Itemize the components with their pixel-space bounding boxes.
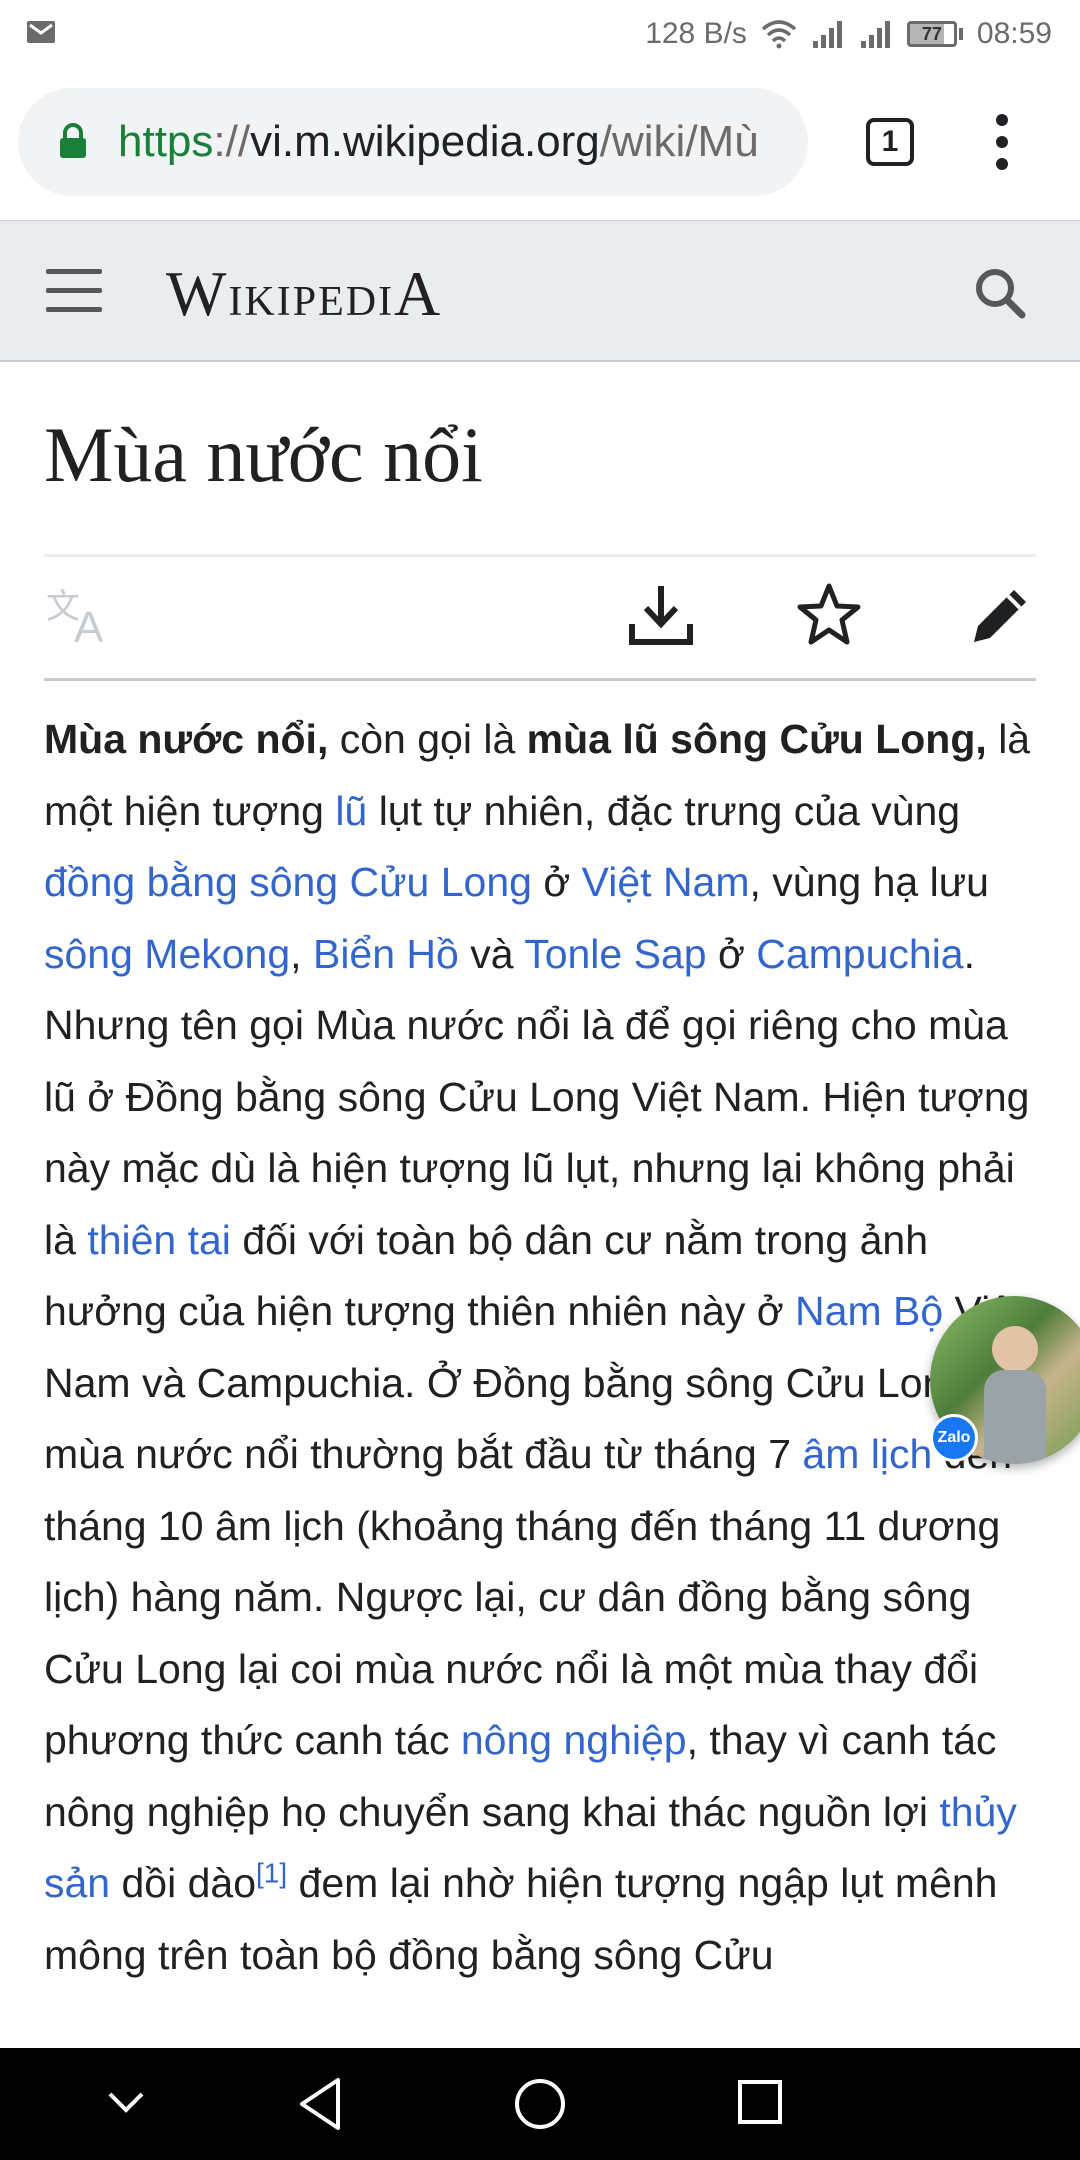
wiki-link[interactable]: Campuchia	[756, 931, 963, 977]
signal-icon-2	[860, 21, 890, 48]
main-menu-icon[interactable]	[46, 269, 102, 313]
text-run: ,	[290, 930, 313, 977]
citation: [1]	[256, 1857, 287, 1888]
clock: 08:59	[976, 17, 1052, 50]
avatar-body	[984, 1370, 1046, 1464]
text-run: . Nhưng tên gọi Mùa nước nổi là để gọi r…	[44, 930, 1030, 1263]
text-run: còn gọi là	[328, 716, 527, 762]
wordmark-first: W	[166, 258, 229, 329]
wiki-link[interactable]: Tonle Sap	[524, 931, 706, 977]
page-actions: 文 A	[44, 560, 1036, 680]
more-vert-icon[interactable]	[990, 112, 1014, 172]
text-run: ở	[531, 859, 582, 905]
network-speed: 128 B/s	[645, 17, 747, 50]
page-title: Mùa nước nổi	[44, 411, 483, 498]
svg-text:A: A	[74, 603, 104, 648]
actions-divider	[44, 678, 1036, 681]
language-icon[interactable]: 文 A	[44, 584, 116, 648]
wordmark-mid: ikipedi	[228, 262, 395, 328]
search-icon[interactable]	[972, 265, 1028, 321]
system-nav-bar	[0, 2048, 1080, 2160]
home-icon[interactable]	[512, 2076, 568, 2132]
chevron-down-icon[interactable]	[106, 2088, 146, 2118]
wiki-link[interactable]: nông nghiệp	[461, 1717, 687, 1763]
wikipedia-wordmark[interactable]: WikipediA	[166, 257, 442, 331]
gmail-notification-icon	[27, 21, 55, 43]
url-scheme: https	[118, 117, 214, 166]
article-body: Mùa nước nổi, còn gọi là mùa lũ sông Cửu…	[44, 704, 1044, 1991]
star-icon[interactable]	[796, 582, 862, 648]
tab-count: 1	[881, 125, 899, 158]
address-bar[interactable]: https://vi.m.wikipedia.org/wiki/Mù	[18, 88, 808, 196]
text-run: lụt tự nhiên, đặc trưng của vùng	[367, 787, 961, 834]
download-icon[interactable]	[628, 582, 694, 648]
text-run: đến tháng 10 âm lịch (khoảng tháng đến t…	[44, 1431, 1013, 1763]
browser-toolbar: https://vi.m.wikipedia.org/wiki/Mù 1	[0, 68, 1080, 220]
signal-icon-1	[812, 21, 842, 48]
tab-switcher-button[interactable]: 1	[866, 118, 914, 166]
status-bar: 128 B/s 77 08:59	[0, 0, 1080, 68]
title-divider	[44, 554, 1036, 557]
battery-icon: 77	[906, 21, 963, 47]
wiki-link[interactable]: sông Mekong	[44, 931, 290, 977]
recents-icon[interactable]	[736, 2078, 784, 2126]
article-paragraph: Mùa nước nổi, còn gọi là mùa lũ sông Cửu…	[44, 704, 1044, 1991]
wiki-link[interactable]: Việt Nam	[582, 859, 750, 905]
text-run: và	[458, 930, 525, 977]
wiki-link[interactable]: Nam Bộ	[795, 1288, 943, 1334]
url-host: vi.m.wikipedia.org	[250, 117, 600, 166]
avatar-face	[992, 1326, 1038, 1372]
edit-pencil-icon[interactable]	[968, 582, 1034, 648]
battery-level: 77	[921, 24, 942, 44]
wiki-link[interactable]: âm lịch	[802, 1431, 932, 1477]
wiki-link[interactable]: thiên tai	[87, 1217, 231, 1263]
citation-link[interactable]: [1]	[256, 1857, 287, 1888]
wiki-link[interactable]: Biển Hồ	[313, 931, 459, 977]
url-text[interactable]: https://vi.m.wikipedia.org/wiki/Mù	[118, 114, 798, 170]
bold-term: mùa lũ sông Cửu Long,	[526, 716, 987, 762]
zalo-badge: Zalo	[930, 1414, 978, 1462]
text-run: , vùng hạ lưu	[749, 859, 989, 905]
wiki-header: WikipediA	[0, 220, 1080, 362]
wifi-icon	[761, 20, 797, 49]
bold-term: Mùa nước nổi,	[44, 716, 329, 762]
url-separator: ://	[213, 117, 251, 166]
wiki-link[interactable]: lũ	[335, 788, 367, 834]
wiki-link[interactable]: đồng bằng sông Cửu Long	[44, 859, 532, 905]
wordmark-last: A	[394, 258, 443, 329]
lock-icon	[60, 123, 86, 158]
url-path: /wiki/Mù	[599, 117, 759, 166]
text-run: dồi dào	[110, 1860, 257, 1906]
text-run: ở	[706, 930, 757, 977]
back-icon[interactable]	[296, 2076, 344, 2132]
